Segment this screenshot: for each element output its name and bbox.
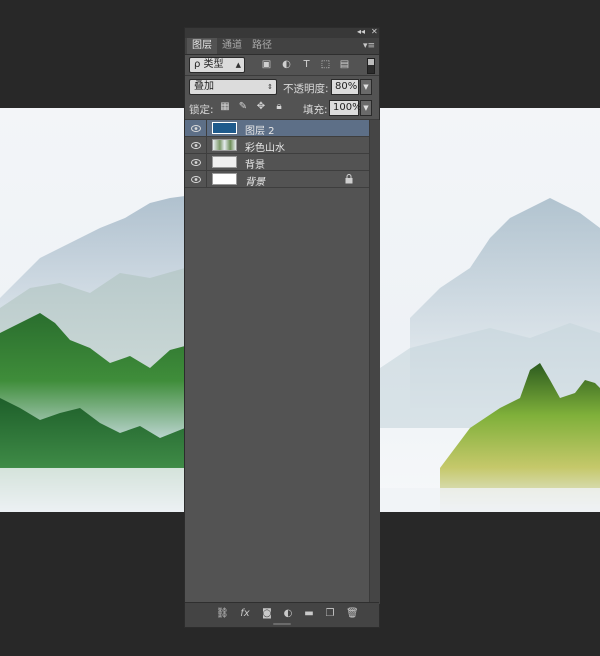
link-layers-icon[interactable]: ⛓ <box>216 608 229 620</box>
layer-style-icon[interactable]: fx <box>239 608 251 620</box>
layer-row-layer2[interactable]: 图层 2 <box>185 120 369 137</box>
smart-object-filter-icon[interactable]: ▤ <box>339 59 350 70</box>
padlock-icon <box>345 174 353 184</box>
eye-icon <box>191 159 201 166</box>
layers-scrollbar[interactable] <box>369 120 380 604</box>
visibility-toggle[interactable] <box>185 120 207 137</box>
type-layer-filter-icon[interactable]: T <box>301 59 312 70</box>
new-group-icon[interactable]: ▬ <box>303 608 315 620</box>
landscape-artwork-left <box>0 196 185 512</box>
updown-arrow-icon: ⇕ <box>267 83 273 91</box>
eye-icon <box>191 125 201 132</box>
filter-toggle-switch[interactable] <box>367 58 375 74</box>
shape-layer-filter-icon[interactable]: ⬚ <box>320 59 331 70</box>
layer-row-background-copy[interactable]: 背景 <box>185 154 369 171</box>
pixel-layer-filter-icon[interactable]: ▣ <box>261 59 272 70</box>
blend-mode-value: 叠加 <box>194 81 214 92</box>
canvas-right[interactable] <box>380 108 600 512</box>
fill-label: 填充: <box>303 104 328 116</box>
fill-input[interactable]: 100% <box>329 100 362 116</box>
adjustment-layer-filter-icon[interactable]: ◐ <box>281 59 292 70</box>
lock-image-pixels-icon[interactable]: ✎ <box>237 101 249 113</box>
layers-bottom-toolbar: ⛓ fx ◙ ◐ ▬ ❐ 🗑︎ <box>185 602 379 627</box>
lock-all-icon[interactable]: 🔒︎ <box>273 101 285 113</box>
add-mask-icon[interactable]: ◙ <box>261 608 273 620</box>
close-icon[interactable]: ✕ <box>371 27 378 36</box>
lock-position-icon[interactable]: ✥ <box>255 101 267 113</box>
panel-tabs: 图层 通道 路径 ▾≡ <box>185 38 379 55</box>
opacity-input[interactable]: 80% <box>331 79 359 95</box>
layer-thumbnail <box>212 173 237 185</box>
lock-icon <box>345 174 354 184</box>
layer-thumbnail <box>212 122 237 134</box>
layer-name[interactable]: 背景 <box>245 156 265 171</box>
delete-layer-icon[interactable]: 🗑︎ <box>346 608 359 620</box>
visibility-toggle[interactable] <box>185 171 207 188</box>
fill-slider-button[interactable]: ▼ <box>360 100 372 116</box>
layers-panel: ◂◂ ✕ 图层 通道 路径 ▾≡ ρ 类型 ▲ ▣ ◐ T ⬚ ▤ 叠加 ⇕ 不… <box>184 27 380 628</box>
visibility-toggle[interactable] <box>185 137 207 154</box>
divider <box>185 75 379 76</box>
landscape-artwork-right <box>380 198 600 512</box>
layer-thumbnail <box>212 139 237 151</box>
panel-menu-icon[interactable]: ▾≡ <box>363 38 375 54</box>
filter-kind-dropdown[interactable]: ρ 类型 ▲ <box>189 57 245 73</box>
filter-kind-label: ρ 类型 <box>194 59 224 70</box>
tab-channels[interactable]: 通道 <box>217 38 247 54</box>
new-layer-icon[interactable]: ❐ <box>324 608 336 620</box>
layer-thumbnail <box>212 156 237 168</box>
panel-title-bar[interactable]: ◂◂ ✕ <box>185 27 379 38</box>
layers-list: 图层 2 彩色山水 背景 背景 <box>185 120 369 604</box>
layer-row-landscape[interactable]: 彩色山水 <box>185 137 369 154</box>
eye-icon <box>191 176 201 183</box>
layer-name[interactable]: 彩色山水 <box>245 139 285 154</box>
filter-row: ρ 类型 ▲ ▣ ◐ T ⬚ ▤ <box>185 55 379 75</box>
blend-row: 叠加 ⇕ 不透明度: 80% ▼ <box>185 77 379 97</box>
layer-row-background[interactable]: 背景 <box>185 171 369 188</box>
layer-name[interactable]: 背景 <box>245 173 265 188</box>
blend-mode-dropdown[interactable]: 叠加 ⇕ <box>189 79 277 95</box>
eye-icon <box>191 142 201 149</box>
lock-row: 锁定: ▦ ✎ ✥ 🔒︎ 填充: 100% ▼ <box>185 98 379 118</box>
opacity-label: 不透明度: <box>283 83 329 95</box>
lock-label: 锁定: <box>189 104 214 116</box>
layer-name[interactable]: 图层 2 <box>245 122 275 137</box>
visibility-toggle[interactable] <box>185 154 207 171</box>
opacity-slider-button[interactable]: ▼ <box>360 79 372 95</box>
tab-layers[interactable]: 图层 <box>187 38 217 54</box>
lock-transparent-pixels-icon[interactable]: ▦ <box>219 101 231 113</box>
collapse-icon[interactable]: ◂◂ <box>357 27 365 36</box>
resize-grip[interactable] <box>273 623 291 625</box>
canvas-left[interactable] <box>0 108 185 512</box>
new-adjustment-layer-icon[interactable]: ◐ <box>282 608 294 620</box>
tab-paths[interactable]: 路径 <box>247 38 277 54</box>
updown-arrow-icon: ▲ <box>235 61 241 69</box>
